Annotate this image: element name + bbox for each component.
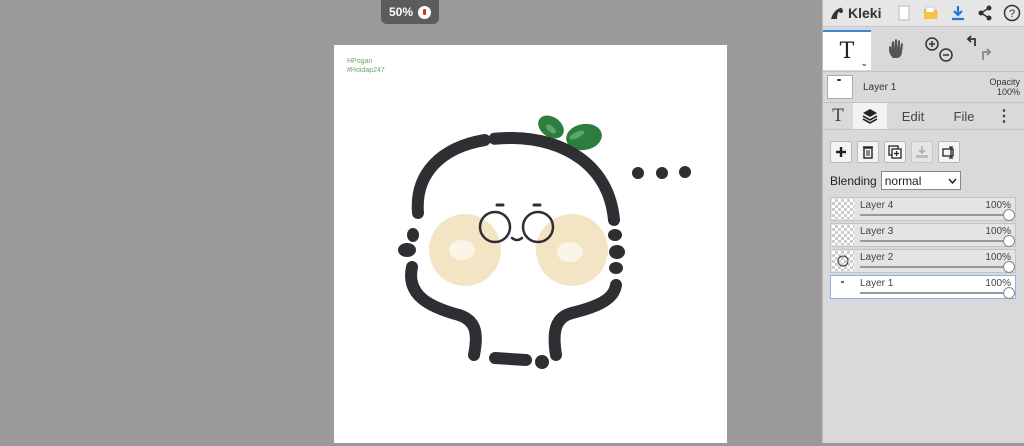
layer-thumbnail bbox=[832, 251, 854, 271]
app-logo[interactable]: Kleki bbox=[823, 5, 889, 21]
opacity-value: 100% bbox=[996, 87, 1020, 97]
blending-label: Blending bbox=[830, 173, 877, 188]
add-layer-button[interactable] bbox=[830, 141, 852, 163]
zoom-in-icon bbox=[925, 37, 939, 51]
blending-value: normal bbox=[884, 173, 922, 188]
layer-opacity-slider[interactable] bbox=[860, 209, 1015, 221]
zoom-controls[interactable] bbox=[921, 30, 957, 68]
duplicate-layer-button[interactable] bbox=[884, 141, 906, 163]
zoom-indicator[interactable]: 50% bbox=[381, 0, 439, 24]
tab-edit[interactable]: Edit bbox=[887, 103, 939, 129]
blending-row: Blending normal bbox=[823, 163, 1024, 190]
hand-tool-button[interactable] bbox=[879, 30, 915, 68]
character-drawing bbox=[398, 115, 691, 369]
slider-knob[interactable] bbox=[1003, 209, 1015, 221]
slider-knob[interactable] bbox=[1003, 287, 1015, 299]
new-image-icon[interactable] bbox=[892, 1, 916, 25]
layer-thumbnail bbox=[832, 225, 854, 245]
merge-down-icon bbox=[916, 146, 928, 158]
layer-name: Layer 2 bbox=[860, 252, 894, 263]
kleki-logo-icon bbox=[831, 7, 843, 19]
current-layer-name: Layer 1 bbox=[863, 81, 897, 93]
text-tool-button[interactable]: T ⌄ bbox=[823, 30, 871, 70]
delete-layer-button[interactable] bbox=[857, 141, 879, 163]
panel-tabs: T Edit File ⋮ bbox=[823, 103, 1024, 130]
zoom-out-icon bbox=[939, 48, 953, 62]
head-outline bbox=[411, 131, 620, 226]
share-icon[interactable] bbox=[973, 1, 997, 25]
text-tool-icon: T bbox=[839, 38, 855, 64]
layer-opacity-readout: Opacity 100% bbox=[989, 77, 1020, 97]
layer-name: Layer 4 bbox=[860, 200, 894, 211]
tab-text[interactable]: T bbox=[823, 103, 853, 129]
layer-thumbnail bbox=[827, 75, 853, 99]
body-right bbox=[548, 279, 622, 361]
layer-item[interactable]: Layer 4 100% bbox=[830, 197, 1016, 221]
app-name: Kleki bbox=[848, 5, 882, 21]
plus-icon bbox=[836, 147, 846, 157]
side-panel: Kleki ? T ⌄ Layer 1 Opacity 100% T Edit … bbox=[822, 0, 1024, 443]
slider-knob[interactable] bbox=[1003, 235, 1015, 247]
svg-text:?: ? bbox=[1009, 8, 1015, 20]
download-icon[interactable] bbox=[946, 1, 970, 25]
drawing-canvas[interactable]: HPogan #Hoidap247 bbox=[334, 45, 727, 443]
layer-name: Layer 1 bbox=[860, 278, 894, 289]
layer-list: Layer 4 100% Layer 3 100% Layer 2 100% Layer 1… bbox=[823, 190, 1024, 299]
redo-icon bbox=[982, 48, 992, 60]
layer-opacity-slider[interactable] bbox=[860, 235, 1015, 247]
trash-icon bbox=[863, 146, 873, 159]
layer-name: Layer 3 bbox=[860, 226, 894, 237]
tab-file[interactable]: File bbox=[939, 103, 989, 129]
current-layer-preview: Layer 1 Opacity 100% bbox=[823, 72, 1024, 103]
canvas-workspace[interactable]: 50% HPogan #Hoidap247 bbox=[0, 0, 822, 443]
zoom-reset-icon[interactable] bbox=[418, 5, 432, 19]
layers-icon bbox=[862, 109, 878, 124]
cheeks bbox=[429, 214, 608, 286]
rename-layer-button[interactable] bbox=[938, 141, 960, 163]
layer-item[interactable]: Layer 2 100% bbox=[830, 249, 1016, 273]
slider-knob[interactable] bbox=[1003, 261, 1015, 273]
layer-opacity-slider[interactable] bbox=[860, 287, 1015, 299]
open-folder-icon[interactable] bbox=[919, 1, 943, 25]
zoom-label: 50% bbox=[388, 5, 414, 19]
layer-thumbnail bbox=[832, 277, 854, 297]
layer-action-bar bbox=[823, 130, 1024, 163]
layer-thumbnail bbox=[832, 199, 854, 219]
layer-item[interactable]: Layer 3 100% bbox=[830, 223, 1016, 247]
tab-layers[interactable] bbox=[853, 103, 887, 129]
layer-sketch-thumb bbox=[841, 281, 844, 283]
help-icon[interactable]: ? bbox=[1000, 1, 1024, 25]
chevron-down-icon bbox=[948, 178, 957, 184]
top-bar: Kleki ? bbox=[823, 0, 1024, 27]
merge-layer-down-button[interactable] bbox=[911, 141, 933, 163]
duplicate-icon bbox=[888, 145, 902, 159]
more-options-icon[interactable]: ⋮ bbox=[989, 103, 1019, 129]
hand-icon bbox=[889, 39, 903, 58]
blending-mode-select[interactable]: normal bbox=[880, 171, 961, 190]
layer-item[interactable]: Layer 1 100% bbox=[830, 275, 1016, 299]
layer-opacity-slider[interactable] bbox=[860, 261, 1015, 273]
undo-icon bbox=[966, 35, 976, 46]
ellipsis-dots bbox=[632, 166, 691, 179]
opacity-label: Opacity bbox=[989, 77, 1020, 87]
undo-redo-controls[interactable] bbox=[961, 30, 997, 68]
rename-icon bbox=[942, 146, 954, 159]
chevron-down-icon[interactable]: ⌄ bbox=[860, 59, 868, 69]
tool-bar: T ⌄ bbox=[823, 27, 1024, 72]
layer-sketch-thumb bbox=[837, 255, 849, 267]
